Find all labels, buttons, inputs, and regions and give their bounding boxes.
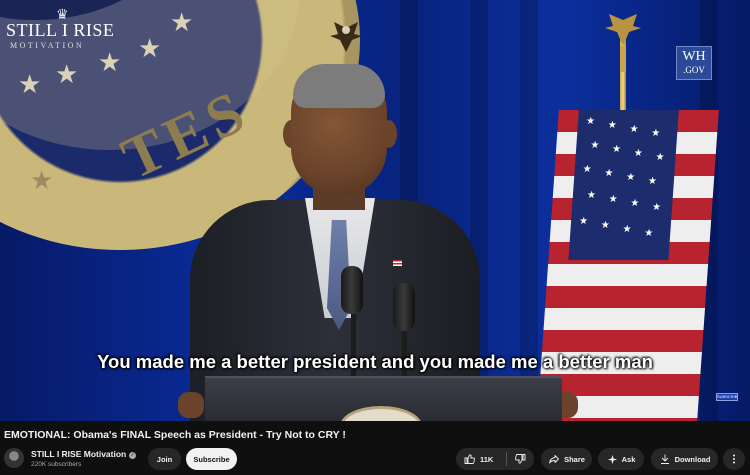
subscribe-label: Subscribe [193,454,230,464]
thumbs-down-icon [515,454,526,464]
seal-star-icon: ★ [18,70,42,100]
sparkle-icon [607,454,617,464]
pole-eagle-icon [605,14,641,72]
download-button[interactable]: Download [651,448,718,470]
download-icon [660,454,669,464]
thumbs-up-icon [464,454,475,464]
hand [178,392,204,418]
eagle-ornament-icon [330,22,362,52]
share-arrow-icon [549,455,560,464]
watermark-line2: MOTIVATION [10,41,85,50]
dislike-button[interactable] [514,453,526,465]
video-subtitle: You made me a better president and you m… [97,351,653,372]
watermark-line1: STILL I RISE [6,20,115,40]
ask-button[interactable]: Ask [598,448,644,470]
video-title: EMOTIONAL: Obama's FINAL Speech as Presi… [4,429,346,441]
seal-star-icon: ★ [55,60,79,90]
american-flag: ★ ★ ★ ★ ★ ★ ★ ★ ★ ★ ★ ★ ★ ★ ★ ★ ★ ★ ★ ★ [537,110,719,421]
join-button[interactable]: Join [148,448,181,470]
microphone-icon [393,283,415,331]
subscribe-watermark[interactable]: SUBSCRIBE [716,393,738,401]
channel-avatar[interactable] [4,448,24,468]
seal-star-icon: ★ [138,34,162,64]
like-count: 11K [480,454,494,464]
video-actions-row: STILL I RISE Motivation ✓ 220K subscriber… [0,446,750,474]
channel-name-wrap[interactable]: STILL I RISE Motivation ✓ [31,449,137,459]
wh-logo-line2: .GOV [683,65,705,75]
channel-watermark: ♛ STILL I RISE MOTIVATION [6,6,116,54]
ask-label: Ask [621,454,636,464]
seal-star-icon: ★ [30,166,54,196]
subscriber-count: 220K subscribers [31,461,82,468]
like-separator [506,452,507,466]
flag-pin-icon [393,260,402,266]
like-button[interactable]: 11K [464,453,493,465]
seal-star-icon: ★ [170,8,194,38]
channel-name[interactable]: STILL I RISE Motivation [31,449,126,459]
more-vert-icon [733,454,735,464]
more-actions-button[interactable] [723,448,745,470]
download-label: Download [674,454,711,464]
microphone-icon [341,266,363,314]
share-button[interactable]: Share [541,448,592,470]
wh-gov-logo: WH .GOV [676,46,712,80]
join-label: Join [156,454,173,464]
share-label: Share [564,454,585,464]
subscribe-button[interactable]: Subscribe [186,448,237,470]
wh-logo-line1: WH [682,49,706,64]
video-player[interactable]: ★ ★ ★ ★ ★ ★ TES ♛ STILL I RISE MOTIVATIO… [0,0,750,421]
like-dislike-group: 11K [456,448,534,470]
verified-check-icon: ✓ [129,452,137,459]
